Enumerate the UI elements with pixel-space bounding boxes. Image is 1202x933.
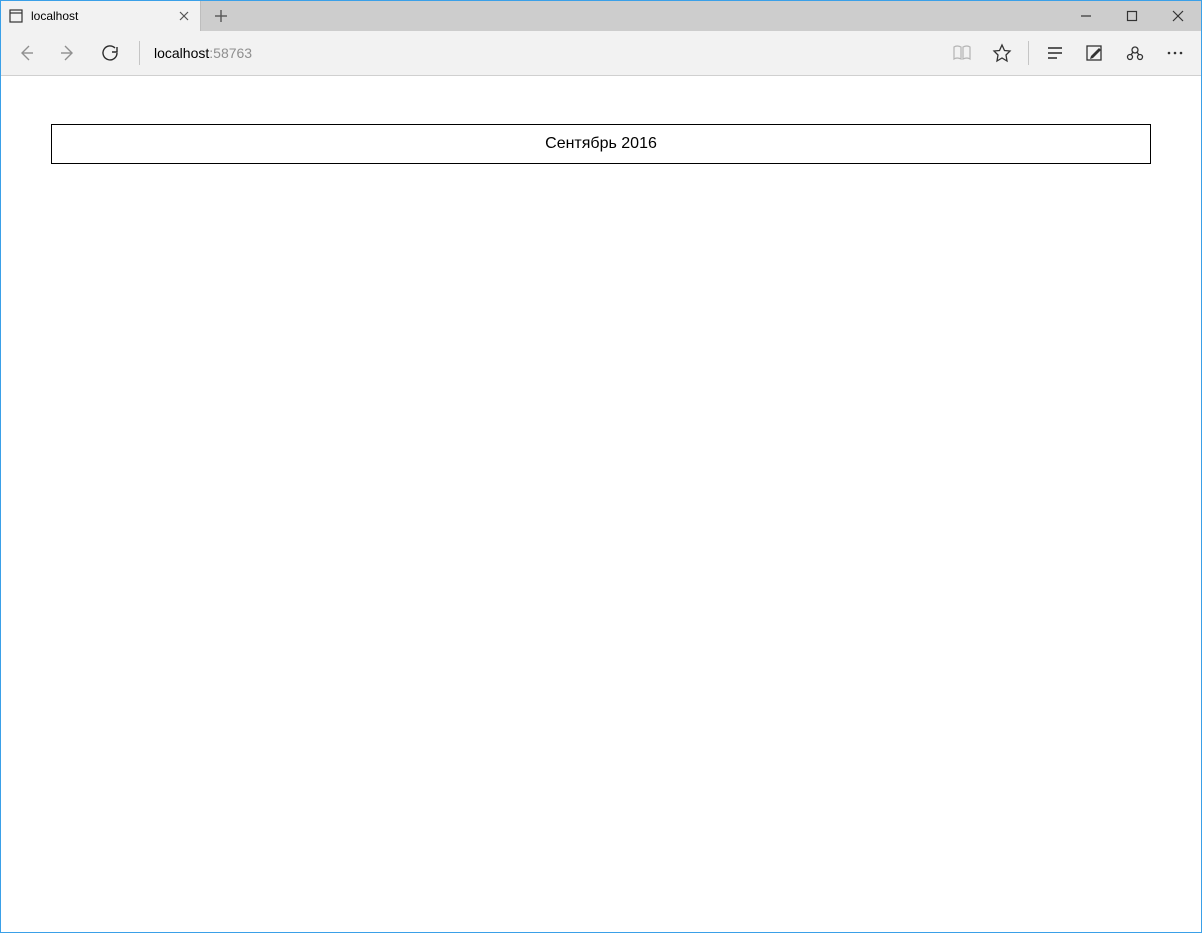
toolbar: localhost:58763: [1, 31, 1201, 76]
forward-button[interactable]: [49, 35, 87, 71]
toolbar-right: [942, 35, 1195, 71]
address-port: :58763: [209, 45, 252, 61]
browser-tab[interactable]: localhost: [1, 1, 201, 31]
title-spacer: [241, 1, 1063, 31]
back-button[interactable]: [7, 35, 45, 71]
favorites-icon[interactable]: [982, 35, 1022, 71]
minimize-button[interactable]: [1063, 1, 1109, 31]
more-icon[interactable]: [1155, 35, 1195, 71]
browser-window: localhost: [0, 0, 1202, 933]
separator: [139, 41, 140, 65]
new-tab-button[interactable]: [201, 1, 241, 31]
refresh-button[interactable]: [91, 35, 129, 71]
share-icon[interactable]: [1115, 35, 1155, 71]
reading-view-icon[interactable]: [942, 35, 982, 71]
address-host: localhost: [154, 45, 209, 61]
page-content: Сентябрь 2016: [1, 76, 1201, 932]
hub-icon[interactable]: [1035, 35, 1075, 71]
maximize-button[interactable]: [1109, 1, 1155, 31]
window-controls: [1063, 1, 1201, 31]
calendar-header-text: Сентябрь 2016: [545, 135, 657, 153]
title-bar: localhost: [1, 1, 1201, 31]
tab-title: localhost: [31, 9, 168, 23]
close-window-button[interactable]: [1155, 1, 1201, 31]
separator: [1028, 41, 1029, 65]
web-note-icon[interactable]: [1075, 35, 1115, 71]
page-icon: [9, 9, 23, 23]
close-tab-button[interactable]: [176, 8, 192, 24]
calendar-header-cell: Сентябрь 2016: [51, 124, 1151, 164]
address-bar[interactable]: localhost:58763: [150, 45, 938, 61]
